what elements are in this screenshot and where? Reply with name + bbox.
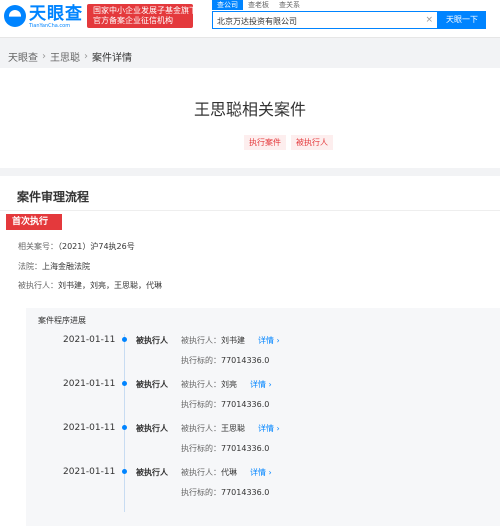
case-process-card: 案件审理流程 首次执行 相关案号：（2021）沪74执26号 法院：上海金融法院… [0,176,500,526]
detail-link[interactable]: 详情 › [258,335,280,346]
site-header: 天眼查 TianYanCha.com 国家中小企业发展子基金旗下 官方备案企业征… [0,0,500,38]
stage-badge: 首次执行 [6,214,62,230]
badge-line-2: 官方备案企业征信机构 [93,16,173,25]
divider [0,210,500,211]
entry-amount: 执行标的：77014336.0 [181,444,270,453]
court-label: 法院： [18,262,42,271]
tab-boss[interactable]: 查老板 [243,0,274,10]
timeline-entry: 2021-01-11 被执行人 被执行人：刘书建 详情 › 执行标的：77014… [26,335,500,375]
entry-date: 2021-01-11 [63,379,116,389]
breadcrumb-separator: › [84,51,88,62]
progress-panel: 案件程序进展 2021-01-11 被执行人 被执行人：刘书建 详情 › 执行标… [26,308,500,526]
timeline-dot-icon [122,469,127,474]
executed-names: 刘书建，刘亮，王思聪，代琳 [58,281,162,290]
page: 天眼查 TianYanCha.com 国家中小企业发展子基金旗下 官方备案企业征… [0,0,500,526]
executed-label: 被执行人： [18,281,58,290]
tag-execution-case: 执行案件 [244,135,286,150]
tab-company[interactable]: 查公司 [212,0,243,10]
court-name: 上海金融法院 [42,262,90,271]
case-number: （2021）沪74执26号 [58,242,135,251]
timeline-dot-icon [122,381,127,386]
site-logo[interactable]: 天眼查 TianYanCha.com [4,5,83,29]
breadcrumb-current: 案件详情 [92,53,132,64]
executed-row: 被执行人：刘书建，刘亮，王思聪，代琳 [18,280,162,291]
entry-person: 被执行人：代琳 [181,468,237,477]
logo-icon [4,5,26,27]
entry-person: 被执行人：刘亮 [181,380,237,389]
timeline-dot-icon [122,425,127,430]
case-title-card: 王思聪相关案件 执行案件 被执行人 [0,68,500,168]
timeline-entry: 2021-01-11 被执行人 被执行人：刘亮 详情 › 执行标的：770143… [26,379,500,419]
entry-amount: 执行标的：77014336.0 [181,488,270,497]
entry-person: 被执行人：王思聪 [181,424,245,433]
search-button[interactable]: 天眼一下 [438,11,486,29]
section-title: 案件审理流程 [17,190,90,204]
case-number-label: 相关案号： [18,242,58,251]
timeline-entry: 2021-01-11 被执行人 被执行人：代琳 详情 › 执行标的：770143… [26,467,500,507]
case-tags: 执行案件 被执行人 [244,135,338,150]
case-number-row: 相关案号：（2021）沪74执26号 [18,241,135,252]
breadcrumb-separator: › [42,51,46,62]
entry-type: 被执行人 [136,468,168,477]
entry-type: 被执行人 [136,336,168,345]
progress-title: 案件程序进展 [38,316,86,325]
page-title: 王思聪相关案件 [193,100,306,119]
detail-link[interactable]: 详情 › [250,379,272,390]
tag-executed-person: 被执行人 [291,135,333,150]
breadcrumb-person[interactable]: 王思聪 [50,49,80,64]
detail-link[interactable]: 详情 › [250,467,272,478]
entry-date: 2021-01-11 [63,423,116,433]
entry-type: 被执行人 [136,380,168,389]
entry-date: 2021-01-11 [63,335,116,345]
entry-type: 被执行人 [136,424,168,433]
logo-domain: TianYanCha.com [29,23,71,29]
badge-line-1: 国家中小企业发展子基金旗下 [93,6,197,15]
timeline-dot-icon [122,337,127,342]
detail-link[interactable]: 详情 › [258,423,280,434]
logo-name: 天眼查 [29,4,83,24]
clear-icon[interactable]: × [425,15,433,25]
search-value: 北京万达投资有限公司 [217,17,297,26]
breadcrumb: 天眼查 › 王思聪 › 案件详情 [8,49,132,64]
tab-relation[interactable]: 查关系 [274,0,305,10]
search-input[interactable]: 北京万达投资有限公司 × [212,11,438,29]
search-tabs: 查公司 查老板 查关系 [212,0,305,10]
entry-amount: 执行标的：77014336.0 [181,400,270,409]
entry-person: 被执行人：刘书建 [181,336,245,345]
entry-amount: 执行标的：77014336.0 [181,356,270,365]
timeline-entry: 2021-01-11 被执行人 被执行人：王思聪 详情 › 执行标的：77014… [26,423,500,463]
court-row: 法院：上海金融法院 [18,261,90,272]
breadcrumb-home[interactable]: 天眼查 [8,49,38,64]
entry-date: 2021-01-11 [63,467,116,477]
official-badge: 国家中小企业发展子基金旗下 官方备案企业征信机构 [87,4,197,28]
